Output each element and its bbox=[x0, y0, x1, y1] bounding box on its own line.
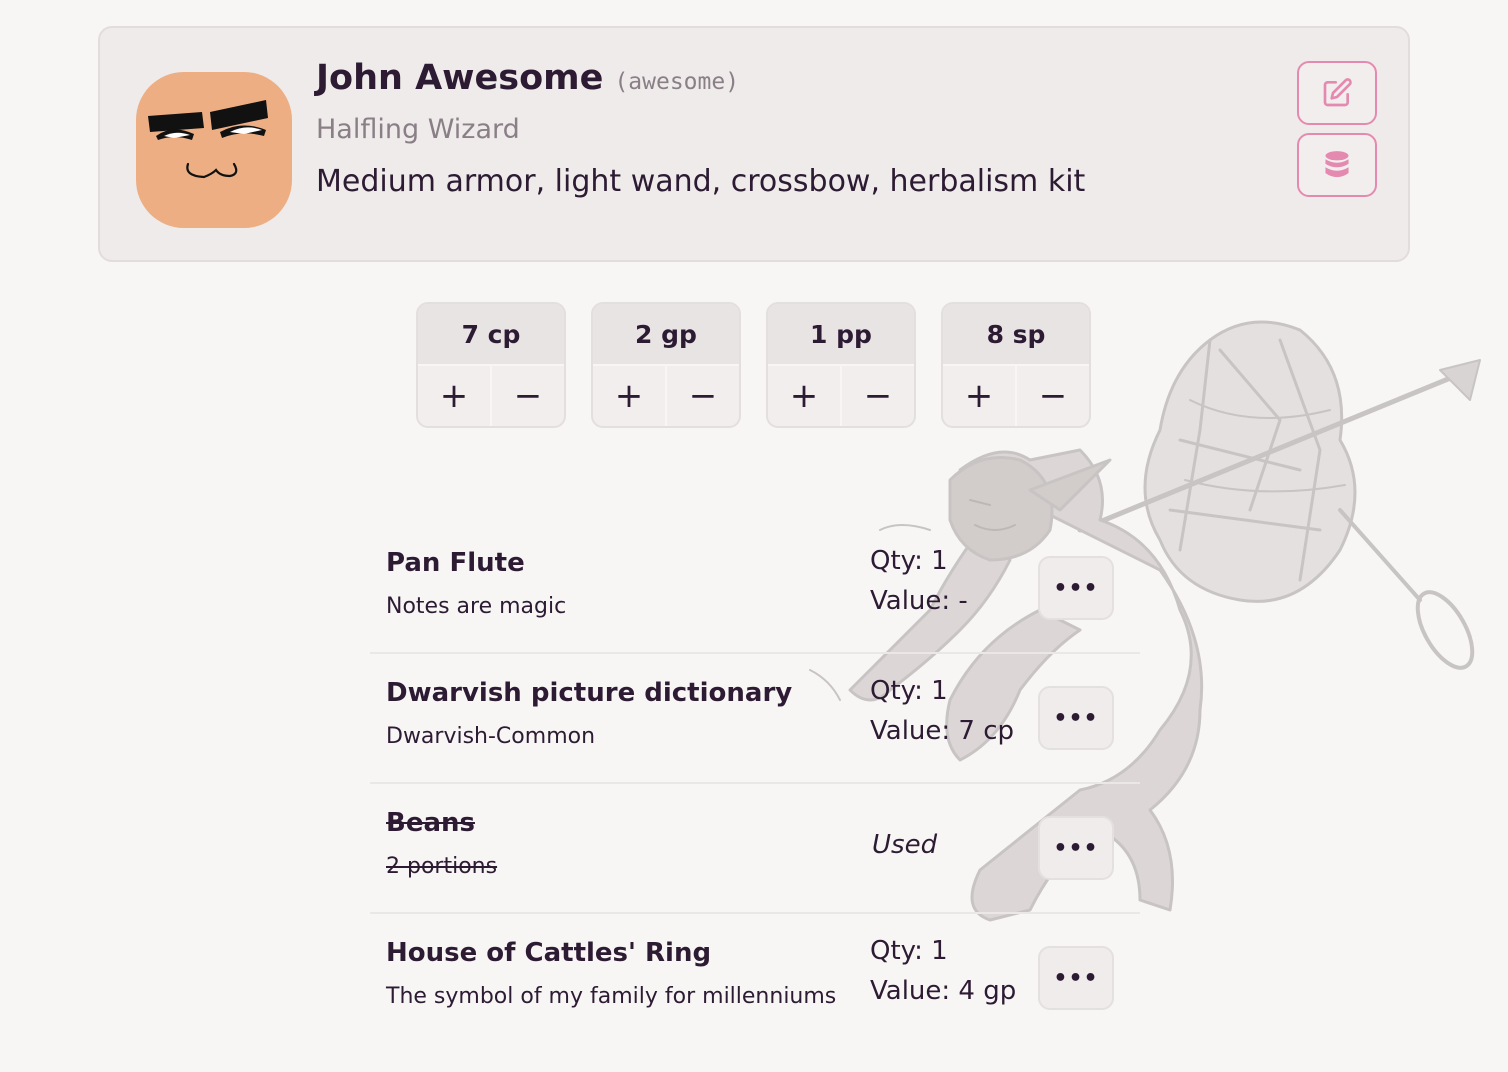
list-item: Dwarvish picture dictionary Dwarvish-Com… bbox=[370, 654, 1140, 784]
money-amount: 2 gp bbox=[593, 304, 739, 366]
decrease-button[interactable]: − bbox=[1015, 366, 1089, 426]
item-name: House of Cattles' Ring bbox=[386, 938, 712, 968]
list-item: Pan Flute Notes are magic Qty: 1 Value: … bbox=[370, 524, 1140, 654]
character-class: Halfling Wizard bbox=[316, 114, 520, 145]
item-name: Pan Flute bbox=[386, 548, 525, 578]
item-quantity: Qty: 1 bbox=[870, 676, 948, 706]
character-handle: (awesome) bbox=[614, 69, 740, 95]
money-amount: 1 pp bbox=[768, 304, 914, 366]
increase-button[interactable]: + bbox=[593, 366, 665, 426]
edit-button[interactable] bbox=[1297, 61, 1377, 125]
money-platinum: 1 pp + − bbox=[766, 302, 916, 428]
item-menu-button[interactable]: ••• bbox=[1038, 816, 1114, 880]
item-name: Beans bbox=[386, 808, 475, 838]
edit-icon bbox=[1323, 78, 1352, 107]
item-note: 2 portions bbox=[386, 854, 498, 879]
item-quantity: Qty: 1 bbox=[870, 936, 948, 966]
money-amount: 7 cp bbox=[418, 304, 564, 366]
list-item: Beans 2 portions Used ••• bbox=[370, 784, 1140, 914]
money-copper: 7 cp + − bbox=[416, 302, 566, 428]
item-note: The symbol of my family for millenniums bbox=[386, 984, 837, 1009]
database-icon bbox=[1325, 151, 1349, 178]
item-quantity: Qty: 1 bbox=[870, 546, 948, 576]
list-item: House of Cattles' Ring The symbol of my … bbox=[370, 914, 1140, 1044]
character-card: John Awesome (awesome) Halfling Wizard M… bbox=[98, 26, 1410, 262]
increase-button[interactable]: + bbox=[418, 366, 490, 426]
character-title: John Awesome (awesome) bbox=[316, 58, 739, 98]
item-menu-button[interactable]: ••• bbox=[1038, 686, 1114, 750]
item-menu-button[interactable]: ••• bbox=[1038, 556, 1114, 620]
money-silver: 8 sp + − bbox=[941, 302, 1091, 428]
decrease-button[interactable]: − bbox=[840, 366, 914, 426]
item-note: Dwarvish-Common bbox=[386, 724, 596, 749]
increase-button[interactable]: + bbox=[943, 366, 1015, 426]
item-menu-button[interactable]: ••• bbox=[1038, 946, 1114, 1010]
database-button[interactable] bbox=[1297, 133, 1377, 197]
item-status: Used bbox=[872, 830, 938, 860]
money-gold: 2 gp + − bbox=[591, 302, 741, 428]
decrease-button[interactable]: − bbox=[665, 366, 739, 426]
item-name: Dwarvish picture dictionary bbox=[386, 678, 793, 708]
item-value: Value: - bbox=[870, 586, 968, 616]
character-name: John Awesome bbox=[316, 58, 604, 98]
item-value: Value: 4 gp bbox=[870, 976, 1017, 1006]
increase-button[interactable]: + bbox=[768, 366, 840, 426]
avatar bbox=[136, 72, 292, 228]
money-amount: 8 sp bbox=[943, 304, 1089, 366]
item-value: Value: 7 cp bbox=[870, 716, 1015, 746]
character-equipment: Medium armor, light wand, crossbow, herb… bbox=[316, 164, 1086, 199]
item-note: Notes are magic bbox=[386, 594, 567, 619]
decrease-button[interactable]: − bbox=[490, 366, 564, 426]
